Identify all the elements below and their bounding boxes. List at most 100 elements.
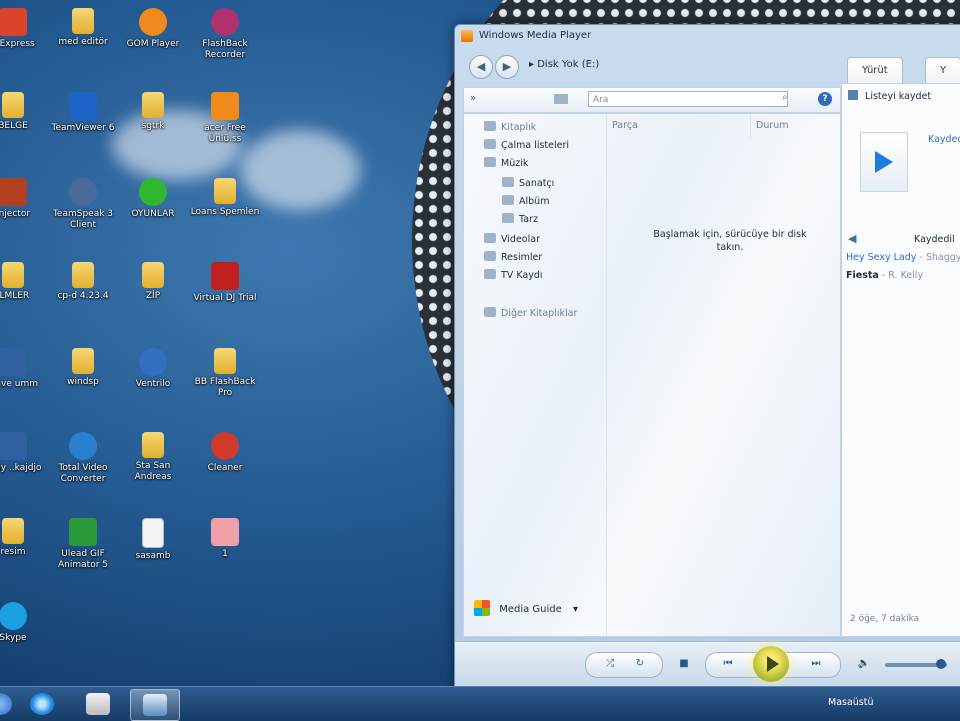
desktop-icon[interactable]: med editör — [48, 8, 118, 48]
shuffle-button[interactable]: ⤮ — [599, 654, 621, 674]
library-nav-label: Tarz — [519, 214, 538, 225]
taskbar-counter-strike[interactable] — [74, 689, 122, 719]
library-nav-item[interactable]: Çalma listeleri — [484, 138, 569, 154]
media-player-window[interactable]: Windows Media Player ◀ ▶ ▸ Disk Yok (E:)… — [454, 24, 960, 688]
desktop-icon[interactable]: Ulead GIF Animator 5 — [48, 518, 118, 571]
desktop-icon[interactable]: Loans Spemlen — [190, 178, 260, 218]
previous-button[interactable]: ⏮ — [717, 654, 739, 674]
desktop-icon[interactable]: ilday ..kajdjo — [0, 432, 48, 474]
tab-second[interactable]: Y — [925, 57, 960, 84]
desktop-icon[interactable]: sgtrk — [118, 92, 188, 132]
desktop-icon[interactable]: Injector — [0, 178, 48, 220]
track-title: Fiesta — [846, 270, 879, 281]
repeat-button[interactable]: ↻ — [629, 654, 651, 674]
library-nav-item[interactable]: Tarz — [502, 212, 538, 228]
desktop-icon[interactable]: Ventrilo — [118, 348, 188, 390]
show-desktop-label[interactable]: Masaüstü — [828, 697, 874, 708]
album-art[interactable] — [860, 132, 908, 192]
desktop-icon[interactable]: GOM Player — [118, 8, 188, 50]
tab-strip: Yürüt Y — [845, 57, 960, 84]
window-titlebar[interactable]: Windows Media Player — [455, 25, 960, 47]
library-nav-item[interactable]: Resimler — [484, 250, 542, 266]
library-nav-item[interactable]: Kitaplık — [484, 120, 536, 136]
app-icon — [69, 92, 97, 120]
column-header-status[interactable]: Durum — [756, 120, 789, 131]
app-icon — [211, 262, 239, 290]
desktop-icon[interactable]: TeamSpeak 3 Client — [48, 178, 118, 231]
desktop-icon[interactable]: Sta San Andreas — [118, 432, 188, 483]
taskbar-internet-explorer[interactable] — [18, 689, 66, 719]
windows-logo-icon — [474, 600, 490, 616]
save-list-button[interactable]: Listeyi kaydet — [848, 90, 931, 102]
library-nav-item[interactable]: Videolar — [484, 232, 540, 248]
folder-icon — [2, 92, 24, 118]
next-button[interactable]: ⏭ — [805, 654, 827, 674]
desktop-icon[interactable]: FlashBack Recorder — [190, 8, 260, 61]
tab-play[interactable]: Yürüt — [847, 57, 903, 84]
desktop-icon[interactable]: windsp — [48, 348, 118, 388]
library-nav-item[interactable]: TV Kaydı — [484, 268, 543, 284]
volume-knob[interactable] — [935, 659, 946, 669]
desktop-icon[interactable]: resim — [0, 518, 48, 558]
desktop-icon[interactable]: TeamViewer 6 — [48, 92, 118, 134]
play-button[interactable] — [753, 646, 789, 682]
play-list-pane: Listeyi kaydet Kaydedi ◀ Kaydedil Hey Se… — [841, 83, 960, 637]
library-nav-item[interactable]: Albüm — [502, 194, 549, 210]
desktop-icon[interactable]: Skype — [0, 602, 48, 644]
breadcrumb[interactable]: ▸ Disk Yok (E:) — [529, 59, 599, 70]
library-content: Kitaplık Çalma listeleri Müzik Sanatçı Albüm… — [463, 113, 841, 637]
desktop-icon-label: med editör — [58, 37, 108, 47]
desktop-icon-label: Virtual DJ Trial — [193, 293, 257, 303]
folder-icon — [72, 262, 94, 288]
playlist-track[interactable]: Hey Sexy Lady - Shaggy — [846, 252, 960, 263]
desktop-icon[interactable]: OYUNLAR — [118, 178, 188, 220]
view-options-icon[interactable] — [554, 94, 568, 104]
library-nav-item[interactable]: Müzik — [484, 156, 528, 172]
desktop-icon[interactable]: Virtual DJ Trial — [190, 262, 260, 304]
desktop-icon-label: sasamb — [135, 551, 171, 561]
track-sep: - — [916, 252, 926, 263]
back-arrow-icon[interactable]: ◀ — [848, 232, 856, 245]
library-nav-label: Sanatçı — [519, 178, 555, 189]
desktop-icon[interactable]: acer Free Ünlü.ss — [190, 92, 260, 145]
desktop-icon[interactable]: BELGE — [0, 92, 48, 132]
library-nav-item[interactable]: Diğer Kitaplıklar — [484, 306, 577, 322]
help-icon[interactable]: ? — [818, 92, 832, 106]
stop-button[interactable]: ■ — [673, 654, 695, 674]
desktop-icon[interactable]: Total Video Converter — [48, 432, 118, 485]
folder-icon — [2, 262, 24, 288]
taskbar-media-player[interactable] — [130, 689, 180, 721]
library-nav-label: Kitaplık — [501, 122, 537, 133]
app-icon — [139, 8, 167, 36]
search-icon[interactable]: ⌕ — [782, 92, 788, 103]
track-sep: - — [878, 270, 889, 281]
folder-icon — [214, 178, 236, 204]
desktop-icon[interactable]: Cleaner — [190, 432, 260, 474]
playlist-title-link[interactable]: Kaydedi — [928, 134, 960, 145]
desktop-icon[interactable]: ZİP — [118, 262, 188, 302]
folder-icon — [214, 348, 236, 374]
desktop-icon-label: BB FlashBack Pro — [194, 377, 256, 398]
desktop-icon[interactable]: 1 — [190, 518, 260, 560]
document-icon — [142, 518, 164, 548]
library-nav-label: Videolar — [501, 234, 540, 245]
library-nav-item[interactable]: Sanatçı — [502, 176, 554, 192]
mute-button[interactable]: 🔈 — [853, 654, 875, 674]
playlist-track[interactable]: Fiesta - R. Kelly — [846, 270, 923, 281]
desktop-icon-label: cp-d 4.23.4 — [57, 291, 109, 301]
search-input[interactable]: Ara — [588, 91, 788, 107]
desktop-icon[interactable]: sasamb — [118, 518, 188, 562]
desktop-icon[interactable]: ILMLER — [0, 262, 48, 302]
desktop-icon-label: acer Free Ünlü.ss — [204, 123, 246, 144]
desktop-icon[interactable]: s.ave umm — [0, 348, 48, 390]
desktop-icon[interactable]: o Express — [0, 8, 48, 50]
forward-button[interactable]: ▶ — [495, 55, 519, 79]
media-guide-button[interactable]: Media Guide ▾ — [474, 600, 578, 616]
desktop-icon[interactable]: cp-d 4.23.4 — [48, 262, 118, 302]
column-header-track[interactable]: Parça — [612, 120, 638, 131]
desktop-icon[interactable]: BB FlashBack Pro — [190, 348, 260, 399]
play-icon — [875, 151, 893, 173]
chevron-down-icon: ▾ — [572, 604, 578, 615]
back-button[interactable]: ◀ — [469, 55, 493, 79]
expand-chevron-icon[interactable]: » — [470, 93, 476, 104]
